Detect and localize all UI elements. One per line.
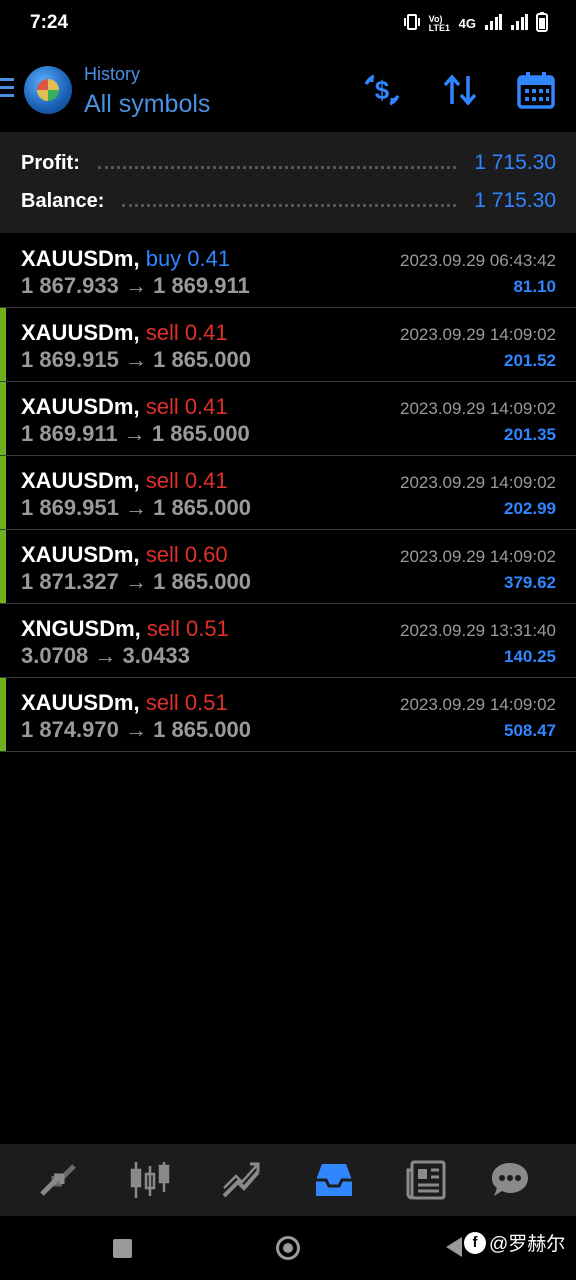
nav-trade-button[interactable]: [220, 1158, 264, 1202]
chart-icon: [130, 1162, 170, 1198]
profit-label: Profit:: [21, 151, 80, 174]
nav-quotes-button[interactable]: [36, 1158, 80, 1202]
balance-value: 1 715.30: [474, 189, 556, 212]
profit-value: 1 715.30: [474, 151, 556, 174]
volte-label: Vo) LTE1: [428, 13, 450, 33]
bottom-nav: [0, 1144, 576, 1216]
deal-side: sell 0.41: [145, 394, 228, 419]
home-button[interactable]: [276, 1236, 300, 1260]
deal-time: 2023.09.29 06:43:42: [400, 251, 556, 270]
recents-button[interactable]: [113, 1239, 132, 1258]
sort-button[interactable]: [440, 70, 480, 110]
system-nav-bar: f @罗赫尔: [0, 1216, 576, 1280]
deal-symbol: XAUUSDm,: [21, 690, 140, 715]
signal-icon-2: [510, 14, 528, 33]
currency-exchange-icon: $: [364, 74, 400, 106]
nav-chart-button[interactable]: [128, 1158, 172, 1202]
signal-icon: [484, 14, 502, 33]
battery-icon: [536, 12, 548, 35]
page-subtitle: History: [84, 64, 141, 84]
deal-time: 2023.09.29 14:09:02: [400, 473, 556, 492]
network-label: 4G: [458, 16, 476, 31]
deal-prices: 3.0708 → 3.0433: [21, 643, 190, 668]
leader-dots: [97, 165, 457, 169]
watermark: f @罗赫尔: [464, 1229, 565, 1256]
deal-row[interactable]: XAUUSDm, sell 0.51 1 874.970 → 1 865.000…: [0, 678, 576, 752]
back-button[interactable]: [446, 1237, 462, 1257]
deal-row[interactable]: XAUUSDm, sell 0.60 1 871.327 → 1 865.000…: [0, 530, 576, 604]
vibrate-icon: [403, 14, 421, 33]
deal-side: sell 0.51: [145, 690, 228, 715]
news-icon: [406, 1160, 446, 1200]
calendar-icon: [517, 72, 555, 109]
page-title[interactable]: All symbols: [84, 90, 210, 119]
quotes-icon: [40, 1164, 76, 1196]
deal-time: 2023.09.29 14:09:02: [400, 547, 556, 566]
deal-side: sell 0.41: [145, 468, 228, 493]
watermark-text: @罗赫尔: [489, 1234, 566, 1255]
status-time: 7:24: [30, 12, 69, 33]
balance-label: Balance:: [21, 189, 105, 212]
deal-side: sell 0.51: [146, 616, 229, 641]
status-bar: 7:24 Vo) LTE1 4G: [0, 0, 576, 48]
deal-profit: 379.62: [504, 573, 556, 592]
nav-news-button[interactable]: [404, 1158, 448, 1202]
deal-prices: 1 867.933 → 1 869.911: [21, 273, 250, 298]
deal-profit: 140.25: [504, 647, 556, 666]
sort-icon: [443, 74, 477, 106]
watermark-logo-icon: f: [464, 1231, 486, 1254]
deal-symbol: XAUUSDm,: [21, 468, 140, 493]
app-bar: History All symbols $: [0, 48, 576, 132]
deal-row[interactable]: XNGUSDm, sell 0.51 3.0708 → 3.0433 2023.…: [0, 604, 576, 678]
deal-profit: 202.99: [504, 499, 556, 518]
deal-symbol: XAUUSDm,: [21, 320, 140, 345]
currency-filter-button[interactable]: $: [362, 70, 402, 110]
nav-history-button[interactable]: [312, 1158, 356, 1202]
leader-dots: [122, 203, 457, 207]
deal-row[interactable]: XAUUSDm, buy 0.41 1 867.933 → 1 869.911 …: [0, 234, 576, 308]
deal-side: sell 0.60: [145, 542, 228, 567]
chat-icon: [492, 1163, 528, 1196]
deal-symbol: XAUUSDm,: [21, 394, 140, 419]
nav-chat-button[interactable]: [488, 1158, 532, 1202]
deal-profit: 201.35: [504, 425, 556, 444]
deal-prices: 1 874.970 → 1 865.000: [21, 717, 251, 742]
deal-time: 2023.09.29 13:31:40: [400, 621, 556, 640]
deal-symbol: XAUUSDm,: [21, 542, 140, 567]
deals-list: XAUUSDm, buy 0.41 1 867.933 → 1 869.911 …: [0, 234, 576, 752]
profit-row: Profit: 1 715.30: [21, 148, 556, 178]
deal-profit: 508.47: [504, 721, 556, 740]
trade-icon: [222, 1162, 260, 1198]
deal-prices: 1 871.327 → 1 865.000: [21, 569, 251, 594]
deal-prices: 1 869.951 → 1 865.000: [21, 495, 251, 520]
status-icons: Vo) LTE1 4G: [403, 12, 548, 35]
deal-symbol: XNGUSDm,: [21, 616, 141, 641]
balance-row: Balance: 1 715.30: [21, 186, 556, 216]
deal-prices: 1 869.915 → 1 865.000: [21, 347, 251, 372]
deal-time: 2023.09.29 14:09:02: [400, 325, 556, 344]
deal-time: 2023.09.29 14:09:02: [400, 695, 556, 714]
deal-row[interactable]: XAUUSDm, sell 0.41 1 869.915 → 1 865.000…: [0, 308, 576, 382]
deal-side: buy 0.41: [145, 246, 231, 271]
deal-prices: 1 869.911 → 1 865.000: [21, 421, 250, 446]
deal-symbol: XAUUSDm,: [21, 246, 140, 271]
svg-text:$: $: [375, 75, 390, 105]
deal-time: 2023.09.29 14:09:02: [400, 399, 556, 418]
calendar-button[interactable]: [516, 70, 556, 110]
deal-row[interactable]: XAUUSDm, sell 0.41 1 869.951 → 1 865.000…: [0, 456, 576, 530]
deal-side: sell 0.41: [145, 320, 228, 345]
history-icon: [316, 1164, 352, 1196]
deal-profit: 201.52: [504, 351, 556, 370]
deal-profit: 81.10: [513, 277, 556, 296]
app-logo: [24, 66, 72, 114]
deal-row[interactable]: XAUUSDm, sell 0.41 1 869.911 → 1 865.000…: [0, 382, 576, 456]
summary-panel: Profit: 1 715.30 Balance: 1 715.30: [0, 132, 576, 233]
menu-icon[interactable]: [0, 78, 16, 98]
